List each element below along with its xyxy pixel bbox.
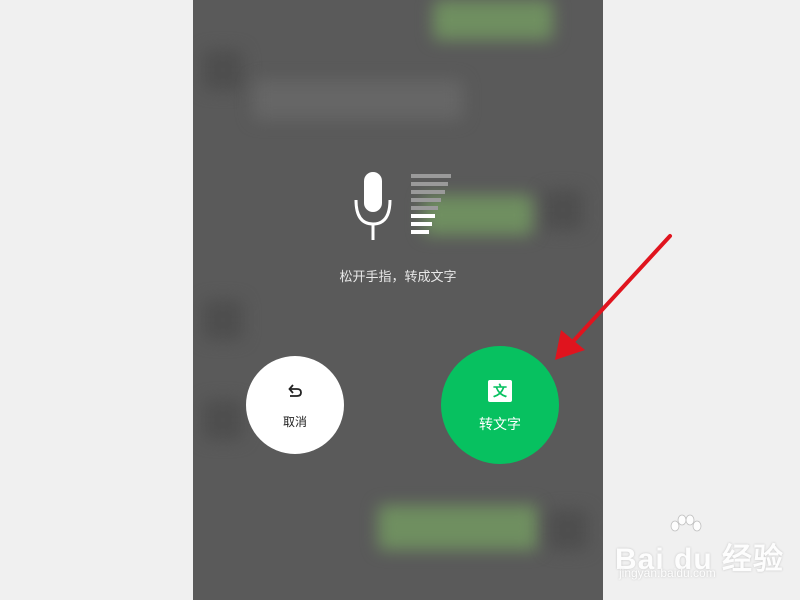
blurred-message (378, 505, 538, 550)
blurred-avatar (543, 190, 583, 230)
convert-to-text-button[interactable]: 文 转文字 (441, 346, 559, 464)
level-bar (411, 230, 429, 234)
blurred-avatar (203, 300, 243, 340)
text-icon: 文 (488, 380, 512, 402)
blurred-avatar (203, 50, 243, 90)
level-bar (411, 206, 439, 210)
cancel-label: 取消 (282, 415, 307, 429)
undo-arrow-icon (288, 384, 302, 397)
watermark-url: jingyan.baidu.com (619, 566, 716, 580)
blurred-avatar (548, 510, 588, 550)
convert-label: 转文字 (479, 416, 521, 432)
level-bar (411, 174, 451, 178)
red-arrow-annotation (555, 234, 672, 360)
baidu-jingyan-watermark: Bai du 经验 jingyan.baidu.com (615, 514, 795, 594)
release-hint-text: 松开手指，转成文字 (339, 269, 457, 284)
level-bar (411, 182, 448, 186)
voice-indicator (343, 168, 463, 248)
voice-input-overlay: 松开手指，转成文字 取消 文 转文字 (193, 0, 603, 600)
blurred-message (253, 80, 463, 120)
level-bar (411, 214, 435, 218)
blurred-message (433, 0, 553, 40)
level-bar (411, 222, 432, 226)
blurred-avatar (203, 400, 243, 440)
microphone-icon (354, 172, 392, 240)
level-bar (411, 198, 442, 202)
level-bar (411, 190, 445, 194)
cancel-button[interactable]: 取消 (246, 356, 344, 454)
